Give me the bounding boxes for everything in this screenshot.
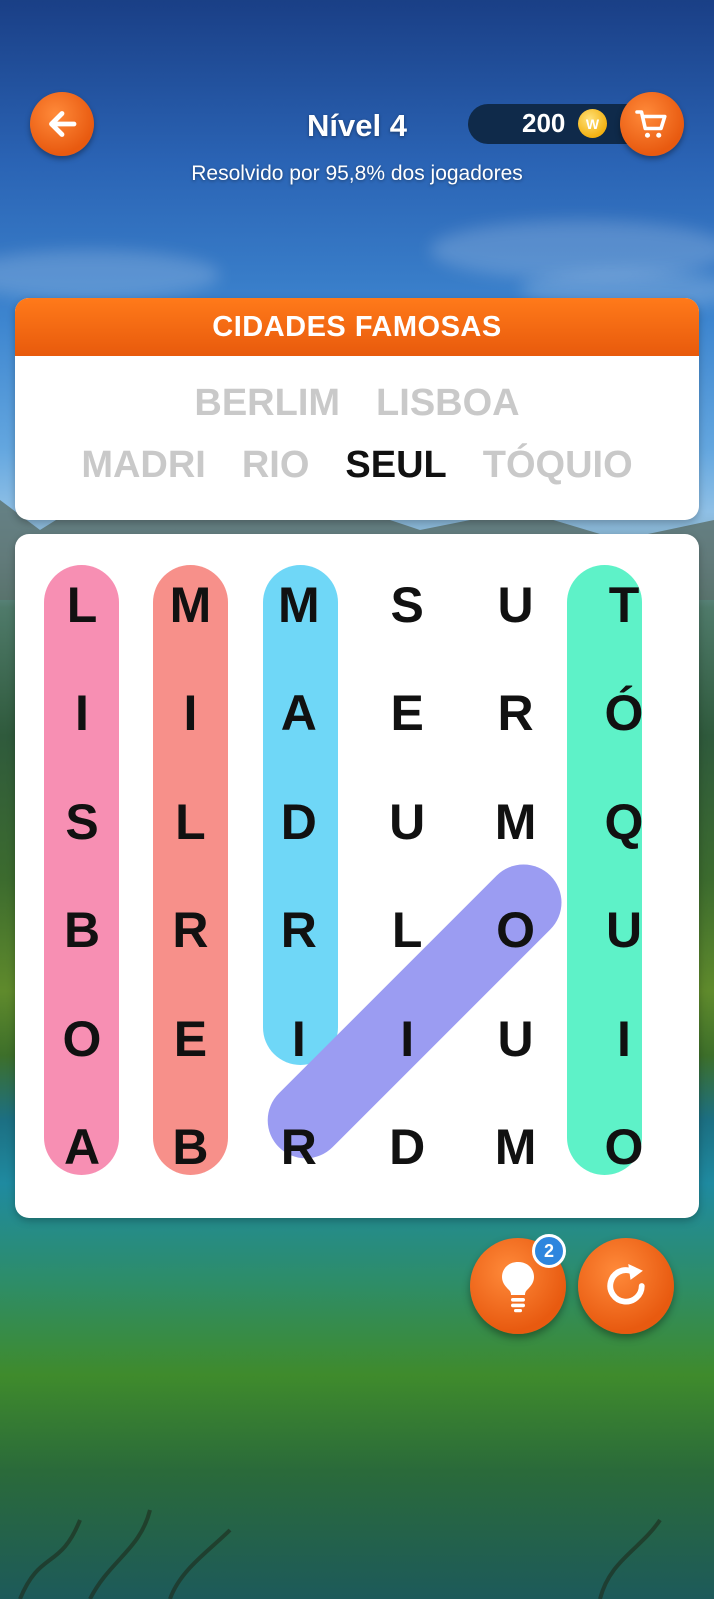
grid-letter[interactable]: T — [569, 550, 679, 660]
word-item: TÓQUIO — [482, 444, 633, 486]
grid-letter[interactable]: I — [27, 658, 137, 768]
shopping-cart-icon — [635, 110, 667, 138]
grid-letter[interactable]: I — [352, 984, 462, 1094]
grid-letter[interactable]: U — [461, 550, 571, 660]
grid-letter[interactable]: B — [27, 875, 137, 985]
word-item: RIO — [241, 444, 310, 486]
grid-letter[interactable]: R — [461, 658, 571, 768]
grid-letter[interactable]: E — [135, 984, 245, 1094]
grid-letter[interactable]: L — [352, 875, 462, 985]
grid-letter[interactable]: M — [135, 550, 245, 660]
grid-letter[interactable]: M — [461, 767, 571, 877]
restart-button[interactable] — [578, 1238, 674, 1334]
word-item: BERLIM — [194, 382, 341, 424]
restart-icon — [607, 1263, 645, 1305]
grid-letter[interactable]: O — [569, 1092, 679, 1202]
word-item: LISBOA — [376, 382, 520, 424]
category-title: CIDADES FAMOSAS — [212, 310, 502, 343]
lightbulb-icon — [502, 1262, 534, 1313]
grid-letter[interactable]: A — [27, 1092, 137, 1202]
grid-letter[interactable]: D — [352, 1092, 462, 1202]
grid-letter[interactable]: S — [27, 767, 137, 877]
grid-letter[interactable]: U — [352, 767, 462, 877]
grid-letter[interactable]: Q — [569, 767, 679, 877]
grid-letter[interactable]: L — [27, 550, 137, 660]
hint-count-badge: 2 — [532, 1234, 566, 1268]
arrow-left-icon — [49, 111, 77, 137]
grid-letter[interactable]: L — [135, 767, 245, 877]
grid-letter[interactable]: O — [27, 984, 137, 1094]
grid-letter[interactable]: O — [461, 875, 571, 985]
grid-letter[interactable]: R — [244, 1092, 354, 1202]
grid-letter[interactable]: B — [135, 1092, 245, 1202]
grid-letter[interactable]: U — [461, 984, 571, 1094]
grid-letter[interactable]: I — [569, 984, 679, 1094]
shop-button[interactable] — [620, 92, 684, 156]
grid-letter[interactable]: S — [352, 550, 462, 660]
back-button[interactable] — [30, 92, 94, 156]
grid-letter[interactable]: U — [569, 875, 679, 985]
grid-letter[interactable]: R — [135, 875, 245, 985]
grid-letter[interactable]: D — [244, 767, 354, 877]
grid-letter[interactable]: I — [244, 984, 354, 1094]
word-item: SEUL — [345, 444, 447, 486]
word-list-card: CIDADES FAMOSAS BERLIM LISBOA MADRI RIO SEU… — [15, 298, 699, 520]
grid-letter[interactable]: M — [461, 1092, 571, 1202]
grid-letter[interactable]: I — [135, 658, 245, 768]
page-title: Nível 4 — [307, 108, 407, 143]
category-bar: CIDADES FAMOSAS — [15, 298, 699, 356]
coin-icon: W — [578, 109, 607, 138]
word-item: MADRI — [81, 444, 206, 486]
level-subtitle: Resolvido por 95,8% dos jogadores — [191, 162, 523, 185]
grid-letter[interactable]: M — [244, 550, 354, 660]
grid-letter[interactable]: A — [244, 658, 354, 768]
word-row: MADRI RIO SEUL TÓQUIO — [15, 444, 699, 487]
coins-value: 200 — [522, 108, 566, 138]
grid-letter[interactable]: Ó — [569, 658, 679, 768]
grid-letter[interactable]: E — [352, 658, 462, 768]
letter-grid[interactable]: LMMSUTIIAERÓSLDUMQBRRLOUOEIIUIABRDMO — [15, 534, 699, 1218]
word-row: BERLIM LISBOA — [15, 382, 699, 425]
grid-letter[interactable]: R — [244, 875, 354, 985]
